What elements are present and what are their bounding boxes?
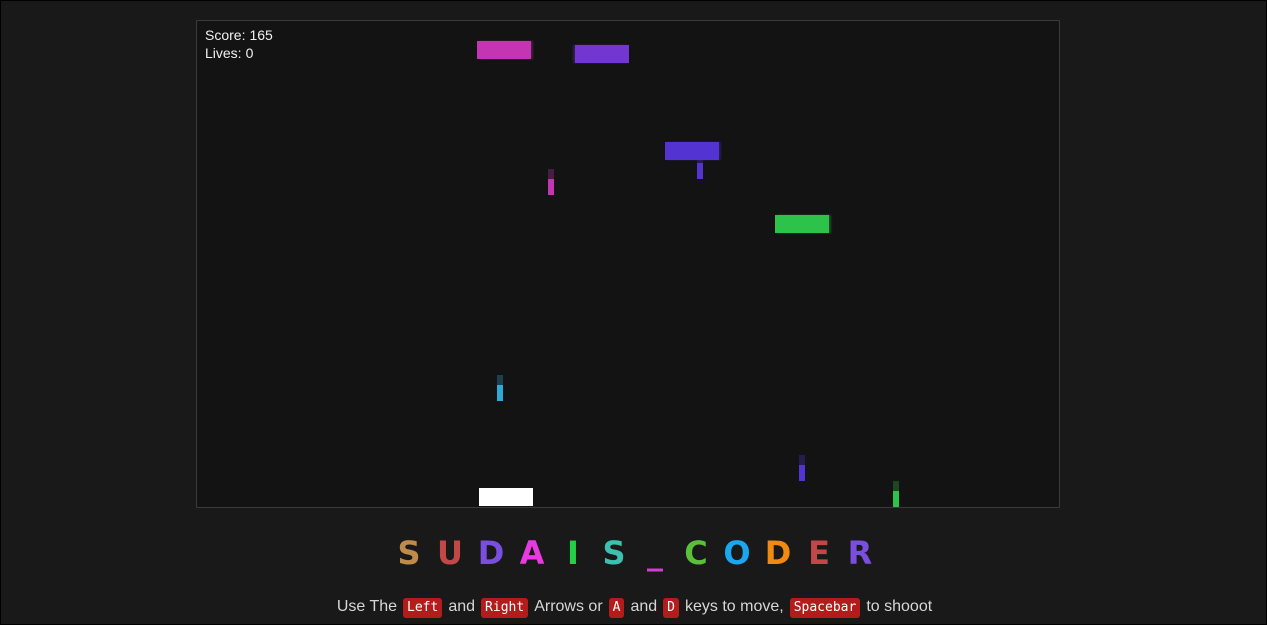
game-page: Score: 165 Lives: 0 S U D A I S _ C O D E R Use The Le… — [0, 0, 1267, 625]
brand-letter: I — [567, 534, 579, 572]
brand-letter: D — [477, 534, 505, 572]
enemy-bullet — [893, 481, 899, 507]
key-d: D — [663, 598, 679, 618]
score-label: Score: — [205, 27, 246, 43]
enemy-block — [775, 215, 829, 233]
score-display: Score: 165 — [205, 26, 273, 44]
brand-letter: R — [847, 534, 873, 572]
lives-display: Lives: 0 — [205, 44, 253, 62]
instruction-text: to shooot — [866, 598, 933, 615]
player-paddle[interactable] — [479, 488, 533, 506]
enemy-block — [665, 142, 719, 160]
brand-letter: E — [808, 534, 830, 572]
key-right: Right — [481, 598, 529, 618]
instruction-text: and — [448, 598, 476, 615]
brand-letter: O — [723, 534, 751, 572]
enemy-block — [477, 41, 531, 59]
instruction-text: keys to move, — [685, 598, 784, 615]
brand-letter: C — [684, 534, 708, 572]
instructions: Use The Left and Right Arrows or Aand Dkeys to… — [1, 597, 1267, 618]
brand-letter: _ — [647, 534, 663, 572]
instruction-text: Arrows or — [534, 598, 603, 615]
lives-label: Lives: — [205, 45, 242, 61]
brand-letter: D — [764, 534, 792, 572]
brand-letter: S — [602, 534, 626, 572]
instruction-text: Use The — [336, 598, 398, 615]
lives-value: 0 — [245, 45, 254, 61]
brand-title: S U D A I S _ C O D E R — [1, 534, 1267, 572]
enemy-bullet — [548, 169, 554, 195]
instruction-text: and — [630, 598, 658, 615]
enemy-bullet — [799, 455, 805, 481]
brand-letter: U — [437, 534, 463, 572]
player-bullet — [497, 375, 503, 401]
brand-letter: A — [519, 534, 545, 572]
game-canvas[interactable]: Score: 165 Lives: 0 — [196, 20, 1060, 508]
key-spacebar: Spacebar — [789, 598, 861, 618]
enemy-bullet — [697, 153, 703, 179]
key-left: Left — [403, 598, 443, 618]
brand-letter: S — [397, 534, 421, 572]
enemy-block — [575, 45, 629, 63]
score-value: 165 — [249, 27, 273, 43]
key-a: A — [608, 598, 625, 618]
